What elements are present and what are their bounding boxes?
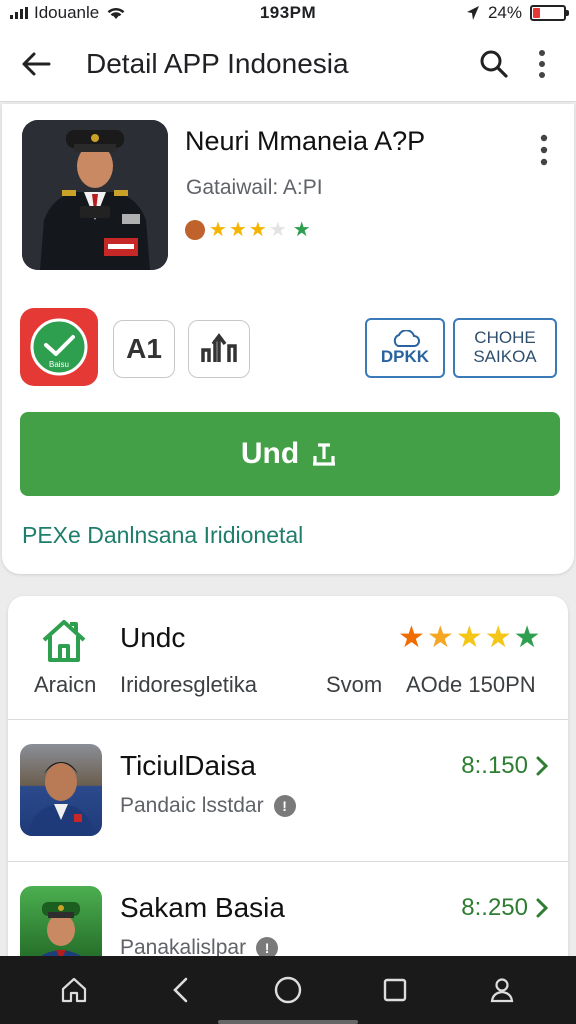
app-icon — [22, 120, 168, 270]
star-icon: ★ — [455, 621, 483, 654]
star-icon: ★ — [484, 621, 512, 654]
saikoa-chip[interactable]: CHOHE SAIKOA — [453, 318, 557, 378]
summary-label-1: Araicn — [34, 672, 97, 697]
summary-label-4: AOde 150PN — [406, 672, 536, 697]
officer-portrait — [22, 120, 168, 270]
app-bar: Detail APP Indonesia — [0, 26, 576, 102]
list-item-title: TiciulDaisa — [120, 750, 256, 781]
list-item-title: Sakam Basia — [120, 892, 285, 923]
page-title: Detail APP Indonesia — [86, 47, 349, 79]
star-icon: ★ — [292, 219, 311, 241]
nav-profile-button[interactable] — [478, 966, 526, 1014]
star-icon: ★ — [426, 621, 454, 654]
summary-title: Undc — [120, 622, 186, 653]
cloud-icon — [393, 329, 420, 347]
search-icon — [480, 50, 508, 78]
text-size-button[interactable]: A1 — [113, 320, 175, 378]
star-icon: ★ — [209, 219, 227, 241]
battery-icon — [530, 5, 569, 21]
chart-arrow-icon — [201, 333, 237, 362]
star-icon: ★ — [398, 621, 425, 654]
search-button[interactable] — [474, 44, 514, 84]
app-more-button[interactable] — [530, 130, 558, 170]
chevron-right-icon — [536, 898, 548, 918]
star-icon: ★ — [513, 621, 541, 654]
more-vert-icon — [540, 134, 548, 166]
app-thumbnail — [20, 744, 102, 836]
home-icon — [61, 977, 86, 1003]
nav-recents-button[interactable] — [371, 966, 419, 1014]
system-nav-bar — [0, 956, 576, 1024]
developer-avatar-icon — [185, 219, 205, 240]
circle-home-icon — [274, 976, 302, 1004]
nav-overview-button[interactable] — [264, 966, 312, 1014]
app-name: Neuri Mmaneia A?P — [185, 126, 426, 156]
dpkk-chip[interactable]: DPKK — [365, 318, 445, 378]
person-portrait — [28, 762, 94, 836]
chip2-line1: CHOHE — [474, 328, 536, 348]
list-item[interactable]: TiciulDaisa Pandaic lsstdar ! 8:.150 — [8, 722, 568, 862]
summary-rating: ★ ★ ★ ★ ★ — [398, 620, 541, 655]
more-options-button[interactable] — [524, 44, 560, 84]
star-icon: ★ — [228, 219, 247, 241]
price-text: 8:.150 — [461, 752, 528, 779]
chevron-right-icon — [536, 756, 548, 776]
badge-text: Baisu — [49, 360, 69, 369]
profile-icon — [491, 978, 514, 1003]
list-item-price: 8:.150 — [461, 752, 548, 780]
price-text: 8:.250 — [461, 894, 528, 921]
app-rating: ★ ★ ★ ★ ★ — [185, 217, 311, 242]
star-empty-icon: ★ — [268, 219, 287, 241]
status-time: 193PM — [259, 3, 317, 22]
chip2-line2: SAIKOA — [473, 347, 537, 366]
summary-row[interactable]: Undc ★ ★ ★ ★ ★ Araicn Iridoresgletika Sv… — [8, 596, 568, 720]
verified-badge[interactable]: Baisu — [20, 308, 98, 386]
more-vert-icon — [539, 49, 545, 78]
app-detail-card: Neuri Mmaneia A?P Gataiwail: A:PI ★ ★ ★ … — [2, 104, 574, 574]
list-item-price: 8:.250 — [461, 894, 548, 922]
list-item-subtitle: Pandaic lsstdar ! — [120, 794, 296, 818]
app-subtitle: Gataiwail: A:PI — [186, 176, 323, 199]
install-button[interactable]: Und — [20, 412, 560, 496]
feature-row: Baisu A1 DPKK CHOHE SAIKOA — [2, 306, 574, 386]
share-button[interactable] — [188, 320, 250, 378]
download-icon — [313, 443, 336, 466]
chip1-label: DPKK — [380, 346, 430, 366]
back-icon — [172, 977, 188, 1003]
list-item-subtitle-text: Pandaic lsstdar — [120, 794, 264, 817]
home-icon — [42, 620, 86, 662]
related-apps-card: Undc ★ ★ ★ ★ ★ Araicn Iridoresgletika Sv… — [8, 596, 568, 996]
back-button[interactable] — [16, 44, 56, 84]
summary-label-3: Svom — [326, 672, 383, 697]
home-indicator — [218, 1020, 358, 1024]
status-bar: Idouanle 193PM 24% — [0, 0, 576, 26]
summary-label-2: Iridoresgletika — [120, 672, 257, 697]
developer-link[interactable]: PEXe Danlnsana Iridionetal — [22, 522, 303, 549]
nav-back-button[interactable] — [157, 966, 205, 1014]
star-icon: ★ — [248, 219, 267, 241]
info-icon: ! — [273, 795, 296, 817]
check-circle-icon: Baisu — [30, 318, 88, 376]
recents-icon — [383, 978, 407, 1002]
nav-home-button[interactable] — [50, 966, 98, 1014]
arrow-left-icon — [22, 52, 51, 75]
install-label: Und — [240, 437, 300, 470]
